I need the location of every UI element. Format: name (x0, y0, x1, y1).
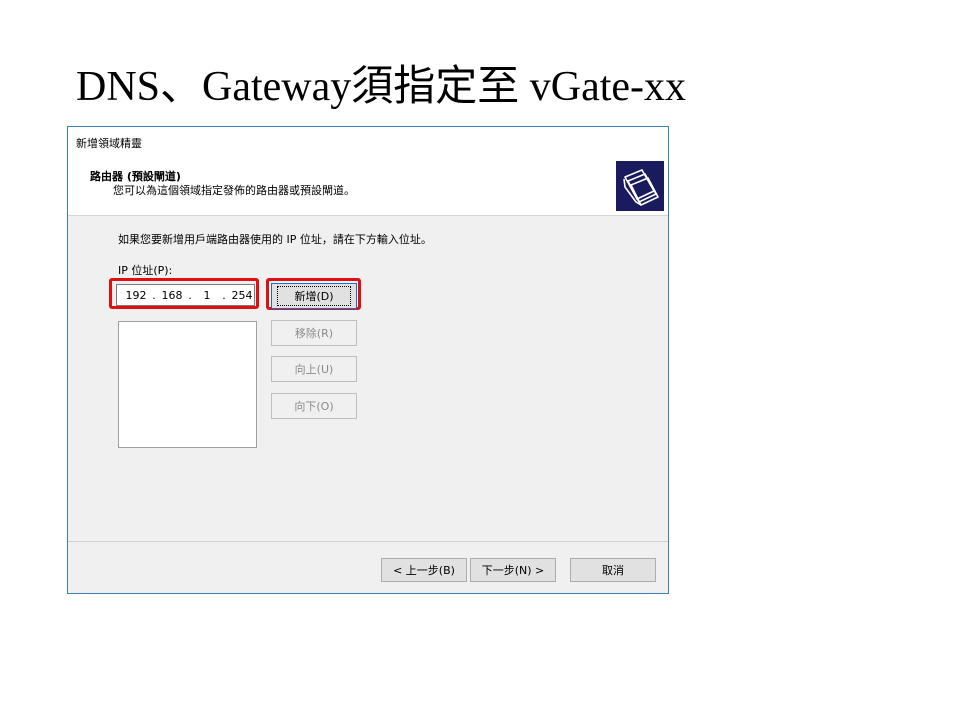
ip-address-label: IP 位址(P): (118, 264, 173, 277)
ip-address-list[interactable] (118, 321, 257, 448)
ip-separator: . (152, 288, 156, 302)
back-button[interactable]: < 上一步(B) (381, 558, 467, 582)
cancel-button[interactable]: 取消 (570, 558, 656, 582)
wizard-header: 新增領域精靈 路由器 (預設閘道) 您可以為這個領域指定發佈的路由器或預設閘道。 (68, 127, 668, 216)
footer-divider (68, 541, 668, 542)
header-subtitle: 您可以為這個領域指定發佈的路由器或預設閘道。 (113, 184, 355, 197)
move-down-button[interactable]: 向下(O) (271, 393, 357, 419)
ip-octet-1: 192 (125, 288, 147, 302)
ip-octet-4: 254 (231, 288, 253, 302)
ip-separator: . (188, 288, 192, 302)
ip-address-input[interactable]: 192 . 168 . 1 . 254 (116, 284, 255, 306)
add-button[interactable]: 新增(D) (271, 283, 357, 309)
dialog-caption: 新增領域精靈 (76, 137, 142, 150)
remove-button[interactable]: 移除(R) (271, 320, 357, 346)
wizard-folders-icon (616, 161, 664, 211)
ip-octet-3: 1 (203, 288, 211, 302)
ip-separator: . (222, 288, 226, 302)
slide-title: DNS、Gateway須指定至 vGate-xx (76, 64, 687, 110)
new-scope-wizard-dialog: 新增領域精靈 路由器 (預設閘道) 您可以為這個領域指定發佈的路由器或預設閘道。… (67, 126, 669, 594)
instruction-text: 如果您要新增用戶端路由器使用的 IP 位址，請在下方輸入位址。 (118, 233, 432, 246)
ip-octet-2: 168 (161, 288, 183, 302)
move-up-button[interactable]: 向上(U) (271, 356, 357, 382)
next-button[interactable]: 下一步(N) > (470, 558, 556, 582)
